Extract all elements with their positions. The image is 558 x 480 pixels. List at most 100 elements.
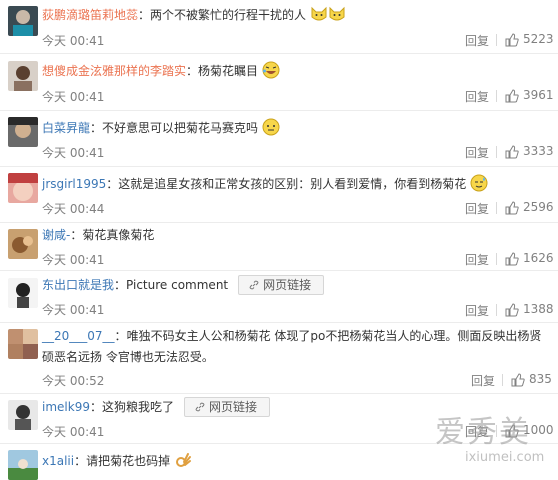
comment-text: 两个不被繁忙的行程干扰的人 xyxy=(150,8,307,22)
comment-body: 东出口就是我：Picture comment 网页链接 xyxy=(42,275,550,295)
avatar[interactable] xyxy=(8,61,38,91)
comment-time: 今天 00:41 xyxy=(42,303,105,317)
colon: ： xyxy=(114,329,127,343)
web-link-button[interactable]: 网页链接 xyxy=(238,275,325,295)
comment-body: 白菜昇龍：不好意思可以把菊花马赛克吗 xyxy=(42,118,550,138)
reply-button[interactable]: 回复 xyxy=(465,200,489,217)
link-icon xyxy=(195,402,205,412)
commenter-name[interactable]: 东出口就是我 xyxy=(42,278,114,292)
comment-item: 荻鹏滴璐笛莉地蕊：两个不被繁忙的行程干扰的人 今天 00:41 回复 5223 xyxy=(0,0,558,54)
comment-time: 今天 00:41 xyxy=(42,90,105,104)
comment-time: 今天 00:52 xyxy=(42,374,105,388)
divider xyxy=(496,425,497,437)
comment-item: 东出口就是我：Picture comment 网页链接 今天 00:41 回复 1… xyxy=(0,271,558,323)
comment-text: 这就是追星女孩和正常女孩的区别：别人看到爱情，你看到杨菊花 xyxy=(118,177,467,191)
commenter-name[interactable]: 谢咸- xyxy=(42,228,70,242)
comment-text: 不好意思可以把菊花马赛克吗 xyxy=(102,121,259,135)
comment-time: 今天 00:41 xyxy=(42,34,105,48)
comment-time: 今天 00:41 xyxy=(42,146,105,160)
web-link-label: 网页链接 xyxy=(209,400,258,414)
sweat-emoji-icon xyxy=(470,174,488,192)
reply-button[interactable]: 回复 xyxy=(465,88,489,105)
thumbs-up-icon[interactable] xyxy=(505,89,519,103)
colon: ： xyxy=(186,64,199,78)
comment-text: 请把菊花也码掉 xyxy=(86,454,171,468)
avatar[interactable] xyxy=(8,400,38,430)
avatar[interactable] xyxy=(8,117,38,147)
reply-button[interactable]: 回复 xyxy=(465,302,489,319)
ok-hand-emoji-icon xyxy=(175,453,191,467)
comment-body: 荻鹏滴璐笛莉地蕊：两个不被繁忙的行程干扰的人 xyxy=(42,5,550,25)
comment-item: x1alii：请把菊花也码掉 xyxy=(0,444,558,480)
comment-body: 想傻成金泫雅那样的李踏实：杨菊花瞩目 xyxy=(42,61,550,81)
comment-item: 白菜昇龍：不好意思可以把菊花马赛克吗 今天 00:41 回复 3333 xyxy=(0,111,558,167)
divider xyxy=(496,253,497,265)
commenter-name[interactable]: __20___07__ xyxy=(42,329,115,343)
reply-button[interactable]: 回复 xyxy=(471,372,495,389)
reply-button[interactable]: 回复 xyxy=(465,423,489,440)
like-count: 835 xyxy=(529,372,552,386)
divider xyxy=(496,90,497,102)
thumbs-up-icon[interactable] xyxy=(505,145,519,159)
divider xyxy=(502,374,503,386)
colon: ： xyxy=(89,400,102,414)
commenter-name[interactable]: imelk99 xyxy=(42,400,90,414)
like-count: 1388 xyxy=(523,302,554,316)
colon: ： xyxy=(74,454,87,468)
avatar[interactable] xyxy=(8,278,38,308)
thumbs-up-icon[interactable] xyxy=(505,424,519,438)
divider xyxy=(496,202,497,214)
comment-body: __20___07__：唯独不码女主人公和杨菊花 体现了po不把杨菊花当人的心理… xyxy=(42,326,550,368)
like-count: 5223 xyxy=(523,32,554,46)
comment-text: 这狗粮我吃了 xyxy=(101,400,174,414)
web-link-button[interactable]: 网页链接 xyxy=(184,397,271,417)
like-count: 1626 xyxy=(523,251,554,265)
like-count: 2596 xyxy=(523,200,554,214)
colon: ： xyxy=(138,8,151,22)
divider xyxy=(496,34,497,46)
avatar[interactable] xyxy=(8,229,38,259)
comment-text: Picture comment xyxy=(126,278,229,292)
colon: ： xyxy=(90,121,103,135)
comment-item: __20___07__：唯独不码女主人公和杨菊花 体现了po不把杨菊花当人的心理… xyxy=(0,323,558,394)
comment-time: 今天 00:41 xyxy=(42,425,105,439)
avatar[interactable] xyxy=(8,329,38,359)
laughing-tears-emoji-icon xyxy=(262,61,280,79)
awkward-smile-emoji-icon xyxy=(262,118,280,136)
comment-item: imelk99：这狗粮我吃了 网页链接 今天 00:41 回复 1000 xyxy=(0,394,558,444)
cat-face-emoji-icon xyxy=(329,6,345,21)
comment-item: jrsgirl1995：这就是追星女孩和正常女孩的区别：别人看到爱情，你看到杨菊… xyxy=(0,167,558,223)
colon: ： xyxy=(70,228,83,242)
web-link-label: 网页链接 xyxy=(263,278,312,292)
comment-time: 今天 00:41 xyxy=(42,253,105,267)
like-count: 3961 xyxy=(523,88,554,102)
comment-text: 菊花真像菊花 xyxy=(82,228,155,242)
divider xyxy=(496,304,497,316)
commenter-name[interactable]: jrsgirl1995 xyxy=(42,177,106,191)
colon: ： xyxy=(114,278,127,292)
comment-body: jrsgirl1995：这就是追星女孩和正常女孩的区别：别人看到爱情，你看到杨菊… xyxy=(42,174,550,194)
commenter-name[interactable]: 荻鹏滴璐笛莉地蕊 xyxy=(42,8,138,22)
commenter-name[interactable]: 白菜昇龍 xyxy=(42,121,90,135)
avatar[interactable] xyxy=(8,173,38,203)
thumbs-up-icon[interactable] xyxy=(511,373,525,387)
commenter-name[interactable]: 想傻成金泫雅那样的李踏实 xyxy=(42,64,186,78)
comment-body: x1alii：请把菊花也码掉 xyxy=(42,451,550,471)
comment-time: 今天 00:44 xyxy=(42,202,105,216)
comment-item: 想傻成金泫雅那样的李踏实：杨菊花瞩目 今天 00:41 回复 3961 xyxy=(0,54,558,111)
avatar[interactable] xyxy=(8,450,38,480)
comment-body: imelk99：这狗粮我吃了 网页链接 xyxy=(42,397,550,417)
reply-button[interactable]: 回复 xyxy=(465,32,489,49)
thumbs-up-icon[interactable] xyxy=(505,33,519,47)
comment-item: 谢咸-：菊花真像菊花 今天 00:41 回复 1626 xyxy=(0,223,558,271)
avatar[interactable] xyxy=(8,6,38,36)
comment-body: 谢咸-：菊花真像菊花 xyxy=(42,225,550,245)
divider xyxy=(496,146,497,158)
commenter-name[interactable]: x1alii xyxy=(42,454,74,468)
reply-button[interactable]: 回复 xyxy=(465,144,489,161)
thumbs-up-icon[interactable] xyxy=(505,303,519,317)
thumbs-up-icon[interactable] xyxy=(505,252,519,266)
reply-button[interactable]: 回复 xyxy=(465,251,489,268)
thumbs-up-icon[interactable] xyxy=(505,201,519,215)
like-count: 1000 xyxy=(523,423,554,437)
